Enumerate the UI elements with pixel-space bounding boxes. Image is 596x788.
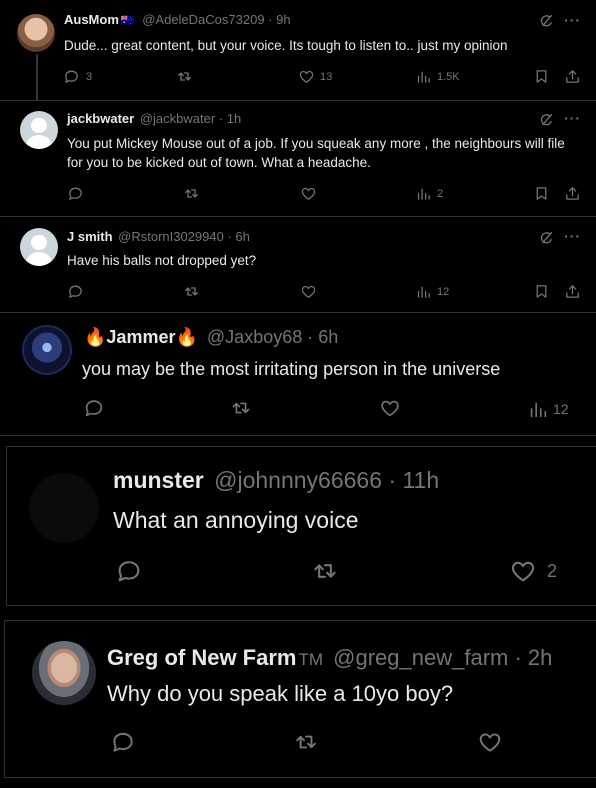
- thread-screenshot: AusMom 🇦🇺 @AdeleDaCos73209 · 9h Dude... g…: [0, 0, 596, 312]
- timestamp[interactable]: · 1h: [219, 111, 241, 126]
- more-icon[interactable]: ···: [564, 12, 581, 28]
- tweet-header: AusMom 🇦🇺 @AdeleDaCos73209 · 9h: [64, 12, 291, 27]
- fire-emoji: 🔥: [84, 327, 107, 347]
- grok-icon[interactable]: [538, 111, 555, 128]
- avatar[interactable]: [22, 325, 72, 375]
- avatar[interactable]: [29, 473, 99, 543]
- tweet: Greg of New Farm TM @greg_new_farm · 2h W…: [4, 620, 596, 778]
- more-icon[interactable]: ···: [564, 228, 581, 244]
- display-name[interactable]: Jammer: [106, 327, 175, 347]
- retweet-icon[interactable]: [176, 68, 193, 85]
- divider: [0, 100, 596, 101]
- views-icon[interactable]: [527, 398, 549, 420]
- share-icon[interactable]: [564, 283, 581, 300]
- retweet-icon[interactable]: [183, 185, 200, 202]
- retweet-icon[interactable]: [293, 729, 319, 755]
- like-icon[interactable]: [300, 283, 317, 300]
- share-icon[interactable]: [564, 185, 581, 202]
- thread-line: [36, 54, 38, 100]
- tweet: munster @johnnny66666 · 11h What an anno…: [6, 446, 596, 606]
- tweet-text: Dude... great content, but your voice. I…: [64, 38, 508, 53]
- trademark: TM: [298, 650, 324, 669]
- reply-icon[interactable]: [110, 729, 136, 755]
- like-icon[interactable]: [379, 397, 401, 419]
- bookmark-icon[interactable]: [533, 283, 550, 300]
- timestamp[interactable]: · 9h: [268, 12, 290, 27]
- reply-count: 3: [86, 71, 93, 83]
- display-name[interactable]: AusMom: [64, 12, 119, 27]
- retweet-icon[interactable]: [311, 557, 339, 585]
- flag: 🇦🇺: [120, 15, 135, 27]
- reply-icon[interactable]: [115, 557, 143, 585]
- reply-icon[interactable]: [67, 185, 84, 202]
- display-name[interactable]: Greg of New Farm: [107, 645, 296, 670]
- reply-icon[interactable]: [63, 68, 80, 85]
- divider: [0, 216, 596, 217]
- views-count: 12: [437, 286, 450, 298]
- fire-emoji: 🔥: [175, 327, 198, 347]
- tweet-header: jackbwater @jackbwater · 1h: [67, 111, 241, 126]
- tweet-header: J smith @RstornI3029940 · 6h: [67, 229, 250, 244]
- handle[interactable]: @RstornI3029940: [118, 229, 224, 244]
- timestamp[interactable]: · 6h: [227, 229, 249, 244]
- like-icon[interactable]: [509, 557, 537, 585]
- views-icon[interactable]: [415, 185, 432, 202]
- views-icon[interactable]: [415, 283, 432, 300]
- reply-icon[interactable]: [83, 397, 105, 419]
- more-icon[interactable]: ···: [564, 110, 581, 126]
- handle[interactable]: @greg_new_farm: [333, 645, 508, 670]
- tweet-text: What an annoying voice: [113, 507, 359, 533]
- reply-icon[interactable]: [67, 283, 84, 300]
- tweet-header: 🔥Jammer🔥 @Jaxboy68 · 6h: [84, 327, 338, 348]
- bookmark-icon[interactable]: [533, 185, 550, 202]
- views-count: 1.5K: [437, 71, 460, 83]
- retweet-icon[interactable]: [230, 397, 252, 419]
- tweet: 🔥Jammer🔥 @Jaxboy68 · 6h you may be the m…: [0, 312, 596, 436]
- share-icon[interactable]: [564, 68, 581, 85]
- avatar[interactable]: [20, 111, 58, 149]
- views-count: 12: [553, 401, 569, 417]
- handle[interactable]: @Jaxboy68: [207, 327, 302, 347]
- timestamp[interactable]: · 11h: [388, 467, 439, 493]
- grok-icon[interactable]: [538, 12, 555, 29]
- handle[interactable]: @jackbwater: [140, 111, 215, 126]
- avatar[interactable]: [17, 14, 55, 52]
- handle[interactable]: @AdeleDaCos73209: [142, 12, 264, 27]
- avatar[interactable]: [20, 228, 58, 266]
- like-icon[interactable]: [298, 68, 315, 85]
- tweet-header: munster @johnnny66666 · 11h: [113, 467, 439, 494]
- tweet-text: you may be the most irritating person in…: [82, 359, 501, 379]
- views-icon[interactable]: [415, 68, 432, 85]
- like-count: 13: [320, 71, 333, 83]
- display-name[interactable]: munster: [113, 467, 204, 493]
- avatar[interactable]: [32, 641, 96, 705]
- display-name[interactable]: J smith: [67, 229, 113, 244]
- timestamp[interactable]: · 6h: [307, 327, 338, 347]
- tweet-text: Why do you speak like a 10yo boy?: [107, 681, 454, 706]
- tweet-text: Have his balls not dropped yet?: [67, 253, 257, 268]
- grok-icon[interactable]: [538, 229, 555, 246]
- handle[interactable]: @johnnny66666: [214, 467, 382, 493]
- views-count: 2: [437, 188, 444, 200]
- timestamp[interactable]: · 2h: [514, 645, 552, 670]
- bookmark-icon[interactable]: [533, 68, 550, 85]
- display-name[interactable]: jackbwater: [67, 111, 134, 126]
- tweet-text: You put Mickey Mouse out of a job. If yo…: [67, 136, 565, 170]
- like-icon[interactable]: [477, 729, 503, 755]
- like-count: 2: [547, 561, 558, 581]
- retweet-icon[interactable]: [183, 283, 200, 300]
- like-icon[interactable]: [300, 185, 317, 202]
- tweet-header: Greg of New Farm TM @greg_new_farm · 2h: [107, 645, 552, 671]
